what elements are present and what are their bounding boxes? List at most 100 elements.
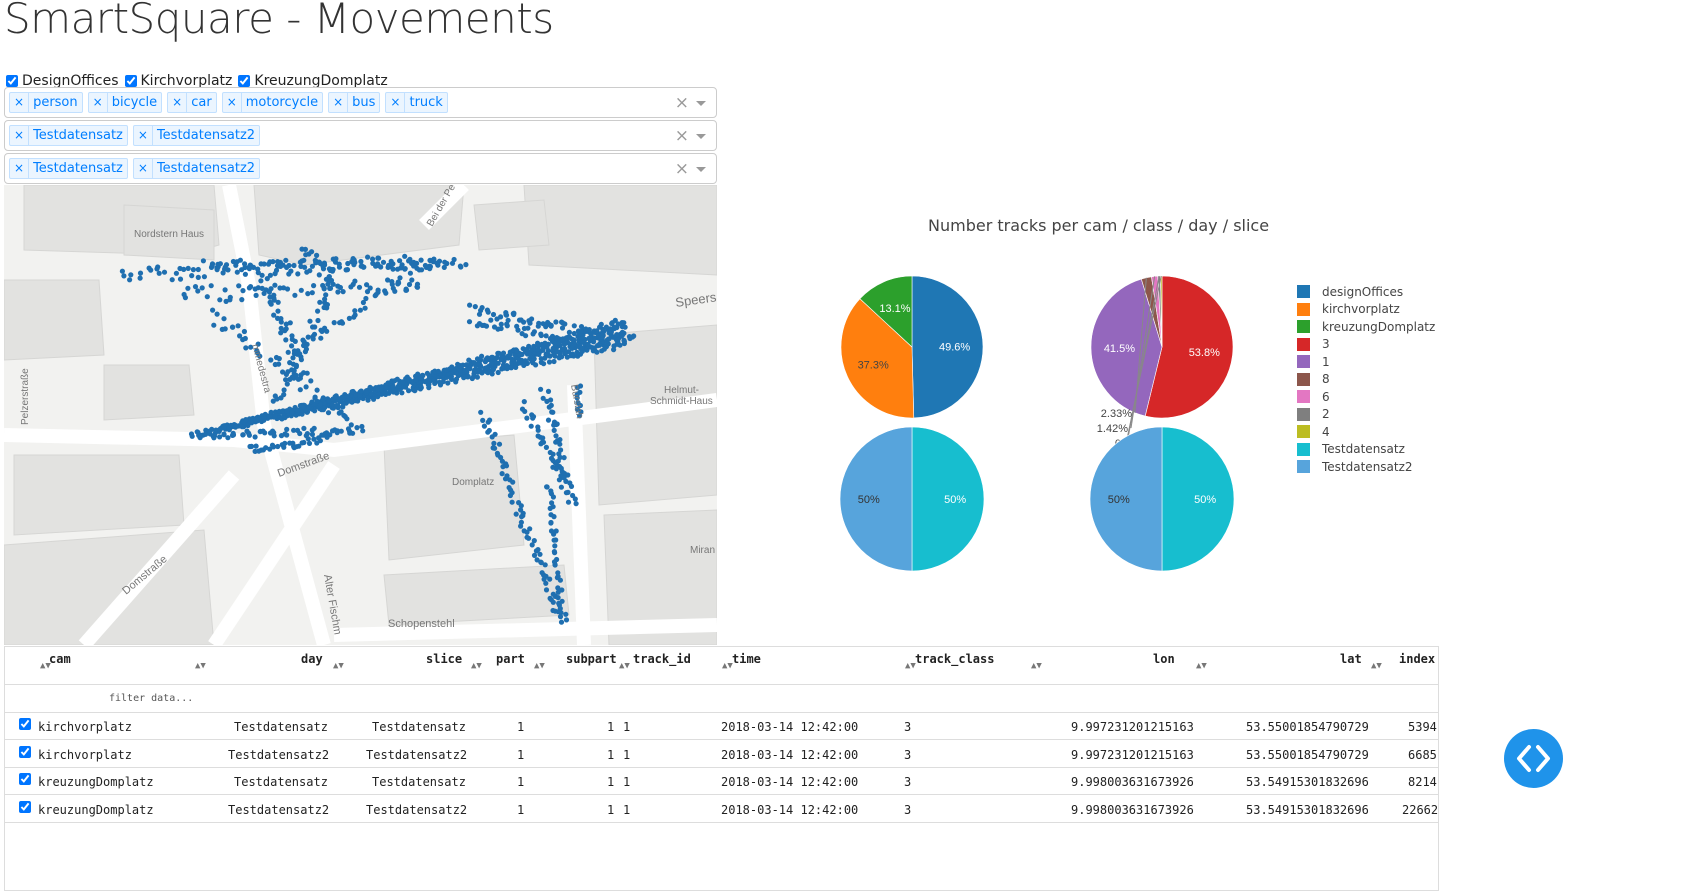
legend-item[interactable]: Testdatensatz2: [1297, 458, 1435, 476]
track-point: [543, 324, 549, 330]
track-point: [258, 278, 264, 284]
track-point: [181, 291, 187, 298]
remove-tag-icon[interactable]: ×: [134, 159, 153, 178]
track-point: [551, 537, 557, 543]
column-header-cam[interactable]: cam: [49, 652, 71, 666]
track-point: [316, 272, 322, 278]
column-header-track-class[interactable]: track_class: [915, 652, 994, 666]
track-point: [449, 364, 455, 370]
track-point: [181, 266, 187, 272]
sort-arrow-icon[interactable]: ▲▼: [471, 661, 482, 671]
legend-item[interactable]: 1: [1297, 353, 1435, 371]
legend-item[interactable]: designOffices: [1297, 283, 1435, 301]
track-point: [155, 264, 161, 270]
row-checkbox[interactable]: [19, 773, 31, 785]
pie-charts[interactable]: 49.6%37.3%13.1%53.8%41.5%2.33%1.42%0.0.5…: [800, 240, 1300, 600]
track-point: [552, 562, 558, 568]
legend-item[interactable]: 2: [1297, 406, 1435, 424]
map-label: Schmidt-Haus: [650, 396, 713, 407]
column-header-part[interactable]: part: [496, 652, 525, 666]
table-row[interactable]: kreuzungDomplatz Testdatensatz Testdaten…: [5, 768, 1438, 795]
dropdown-arrow-icon[interactable]: [696, 167, 706, 172]
tracks-map[interactable]: Nordstern Haus Bei der Pe Speers Pelzers…: [4, 185, 717, 645]
remove-tag-icon[interactable]: ×: [134, 126, 153, 145]
column-header-track-id[interactable]: track_id: [633, 652, 691, 666]
remove-tag-icon[interactable]: ×: [223, 93, 242, 112]
remove-tag-icon[interactable]: ×: [10, 159, 30, 178]
track-point: [285, 349, 291, 355]
track-point: [229, 324, 236, 330]
table-row[interactable]: kreuzungDomplatz Testdatensatz2 Testdate…: [5, 796, 1438, 823]
clear-icon[interactable]: ×: [675, 126, 689, 146]
sort-arrow-icon[interactable]: ▲▼: [195, 661, 206, 671]
track-point: [275, 308, 281, 314]
remove-tag-icon[interactable]: ×: [89, 93, 108, 112]
legend-item[interactable]: 6: [1297, 388, 1435, 406]
remove-tag-icon[interactable]: ×: [168, 93, 188, 112]
sort-arrow-icon[interactable]: ▲▼: [619, 661, 630, 671]
clear-icon[interactable]: ×: [675, 159, 689, 179]
track-point: [348, 284, 354, 290]
track-point: [406, 377, 412, 383]
checkbox-input[interactable]: [6, 75, 18, 87]
filter-row[interactable]: filter data...: [5, 685, 1438, 713]
track-point: [358, 388, 364, 394]
sort-arrow-icon[interactable]: ▲▼: [1031, 661, 1042, 671]
code-toggle-button[interactable]: [1504, 729, 1563, 788]
column-header-lon[interactable]: lon: [1153, 652, 1175, 666]
track-point: [336, 264, 343, 270]
track-point: [328, 266, 335, 273]
column-header-day[interactable]: day: [301, 652, 323, 666]
sort-arrow-icon[interactable]: ▲▼: [1196, 661, 1207, 671]
row-checkbox[interactable]: [19, 746, 31, 758]
track-point: [298, 287, 304, 293]
legend-item[interactable]: 4: [1297, 423, 1435, 441]
dropdown-arrow-icon[interactable]: [696, 134, 706, 139]
track-point: [352, 308, 358, 314]
remove-tag-icon[interactable]: ×: [329, 93, 349, 112]
column-header-index[interactable]: index: [1399, 652, 1435, 666]
track-point: [561, 475, 567, 481]
column-header-time[interactable]: time: [732, 652, 761, 666]
track-point: [409, 277, 415, 283]
track-point: [503, 312, 510, 318]
checkbox-input[interactable]: [238, 75, 251, 87]
track-point: [491, 440, 497, 446]
track-point: [414, 265, 420, 271]
track-point: [550, 451, 556, 457]
map-canvas[interactable]: Nordstern Haus Bei der Pe Speers Pelzers…: [4, 185, 717, 645]
class-multiselect[interactable]: × person × bicycle × car × motorcycle × bus ×…: [4, 87, 717, 118]
track-point: [289, 367, 295, 373]
checkbox-input[interactable]: [124, 75, 137, 87]
track-point: [544, 484, 550, 490]
table-row[interactable]: kirchvorplatz Testdatensatz Testdatensat…: [5, 713, 1438, 740]
legend-item[interactable]: Testdatensatz: [1297, 441, 1435, 459]
track-point: [299, 440, 305, 446]
column-header-subpart[interactable]: subpart: [566, 652, 617, 666]
column-header-lat[interactable]: lat: [1340, 652, 1362, 666]
clear-icon[interactable]: ×: [675, 93, 689, 113]
sort-arrow-icon[interactable]: ▲▼: [1371, 661, 1382, 671]
track-point: [365, 254, 371, 260]
dropdown-arrow-icon[interactable]: [696, 101, 706, 106]
filter-placeholder[interactable]: filter data...: [109, 693, 193, 704]
legend-item[interactable]: kreuzungDomplatz: [1297, 318, 1435, 336]
legend-item[interactable]: 3: [1297, 336, 1435, 354]
track-point: [427, 266, 433, 272]
sort-arrow-icon[interactable]: ▲▼: [534, 661, 545, 671]
legend-item[interactable]: kirchvorplatz: [1297, 301, 1435, 319]
table-row[interactable]: kirchvorplatz Testdatensatz2 Testdatensa…: [5, 741, 1438, 768]
remove-tag-icon[interactable]: ×: [10, 93, 30, 112]
track-point: [524, 415, 530, 421]
slice-multiselect[interactable]: × Testdatensatz × Testdatensatz2 ×: [4, 153, 717, 184]
day-multiselect[interactable]: × Testdatensatz × Testdatensatz2 ×: [4, 120, 717, 151]
row-checkbox[interactable]: [19, 718, 31, 730]
remove-tag-icon[interactable]: ×: [386, 93, 406, 112]
track-point: [248, 419, 254, 425]
row-checkbox[interactable]: [19, 801, 31, 813]
sort-arrow-icon[interactable]: ▲▼: [333, 661, 344, 671]
remove-tag-icon[interactable]: ×: [10, 126, 30, 145]
column-header-slice[interactable]: slice: [426, 652, 462, 666]
track-point: [195, 266, 201, 273]
legend-item[interactable]: 8: [1297, 371, 1435, 389]
